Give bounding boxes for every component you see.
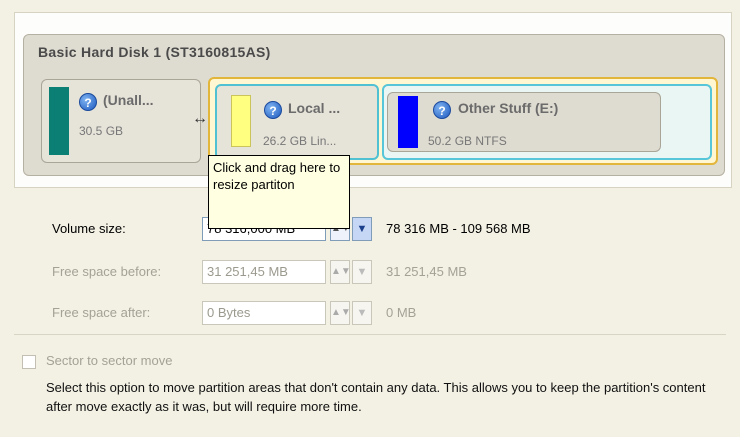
help-icon: ? — [79, 93, 97, 111]
partition-info: 26.2 GB Lin... — [263, 134, 337, 148]
divider — [14, 334, 726, 335]
volume-size-label: Volume size: — [52, 221, 126, 236]
resize-handle-icon[interactable]: ↔ — [192, 110, 208, 128]
partition-color-swatch — [231, 95, 251, 147]
sector-move-checkbox[interactable] — [22, 355, 36, 369]
sector-move-description: Select this option to move partition are… — [46, 380, 706, 414]
disk-title: Basic Hard Disk 1 (ST3160815AS) — [38, 44, 271, 60]
free-after-spinner[interactable]: ▲▼ — [330, 301, 351, 325]
free-before-range: 31 251,45 MB — [386, 264, 467, 279]
resize-tooltip: Click and drag here to resize partiton — [208, 155, 350, 229]
free-after-label: Free space after: — [52, 305, 151, 320]
volume-size-range: 78 316 MB - 109 568 MB — [386, 221, 531, 236]
free-after-dropdown[interactable]: ▼ — [352, 301, 372, 325]
partition-name: Local ... — [288, 100, 341, 116]
volume-size-dropdown[interactable]: ▼ — [352, 217, 372, 241]
free-before-input[interactable]: 31 251,45 MB — [202, 260, 326, 284]
partition-name: Other Stuff (E:) — [458, 100, 559, 116]
partition-info: 30.5 GB — [79, 124, 124, 138]
free-before-spinner[interactable]: ▲▼ — [330, 260, 351, 284]
free-after-input[interactable]: 0 Bytes — [202, 301, 326, 325]
partition-color-swatch — [49, 87, 69, 155]
free-after-range: 0 MB — [386, 305, 417, 320]
partition-info: 50.2 GB NTFS — [428, 134, 507, 148]
partition-name: (Unall... — [103, 92, 154, 108]
help-icon: ? — [264, 101, 282, 119]
free-before-label: Free space before: — [52, 264, 162, 279]
free-before-dropdown[interactable]: ▼ — [352, 260, 372, 284]
help-icon: ? — [433, 101, 451, 119]
sector-move-label: Sector to sector move — [46, 353, 173, 368]
partition-color-swatch — [398, 96, 418, 148]
